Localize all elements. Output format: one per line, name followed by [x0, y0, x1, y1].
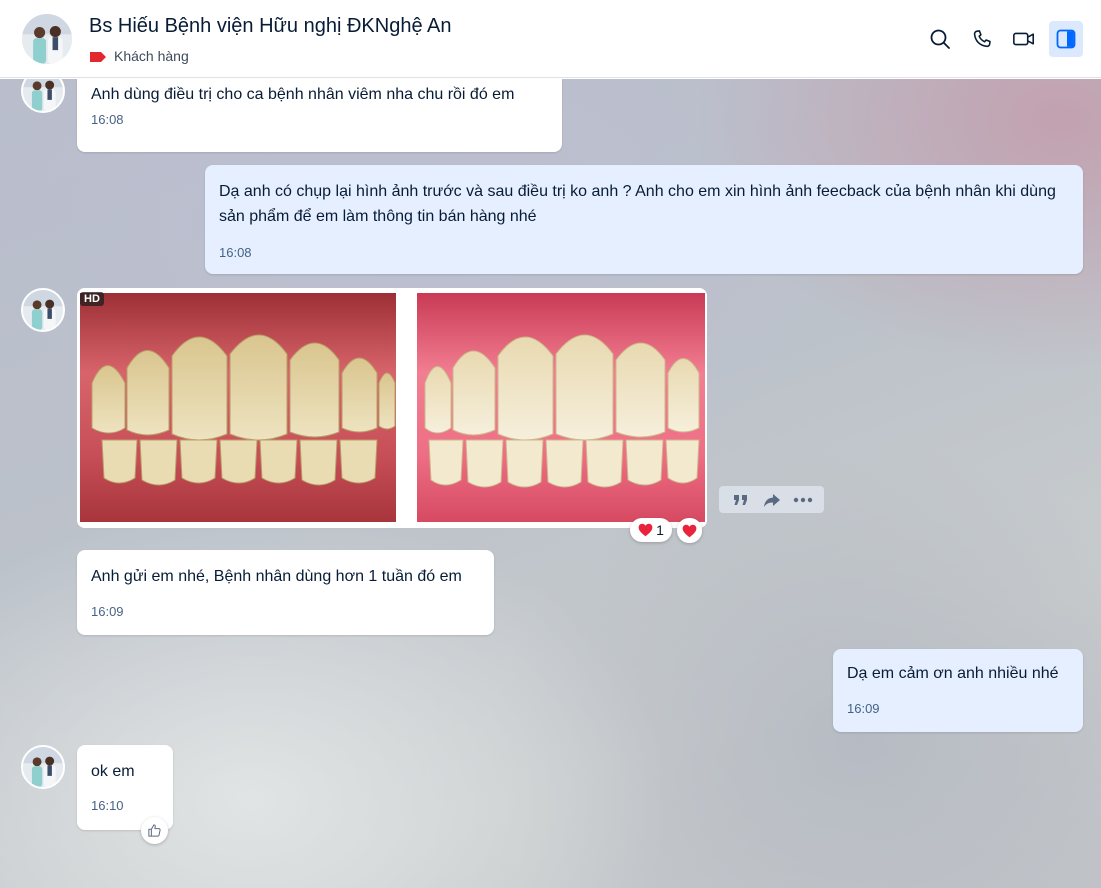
sender-avatar[interactable]: [21, 745, 65, 789]
message-bubble-incoming[interactable]: Anh dùng điều trị cho ca bệnh nhân viêm …: [77, 79, 562, 152]
message-text: Dạ em cảm ơn anh nhiều nhé: [847, 665, 1059, 682]
contact-name[interactable]: Bs Hiếu Bệnh viện Hữu nghị ĐKNghệ An: [89, 15, 452, 38]
message-time: 16:08: [91, 112, 124, 127]
conversation-header: Bs Hiếu Bệnh viện Hữu nghị ĐKNghệ An Khá…: [0, 0, 1101, 78]
message-actions-toolbar: [719, 486, 824, 513]
search-icon: [930, 29, 950, 49]
message-time: 16:09: [91, 604, 124, 619]
phone-icon: [973, 30, 991, 48]
voice-call-button[interactable]: [965, 21, 999, 57]
sender-photo: [23, 79, 63, 111]
reaction-summary[interactable]: 1: [630, 518, 672, 542]
forward-button[interactable]: [760, 489, 784, 511]
more-dots-icon: [793, 497, 812, 502]
message-time: 16:08: [219, 245, 252, 260]
message-text: ok em: [91, 763, 135, 780]
react-heart-button[interactable]: [677, 518, 702, 543]
message-bubble-outgoing[interactable]: Dạ em cảm ơn anh nhiều nhé 16:09: [833, 649, 1083, 732]
heart-icon: [638, 523, 653, 537]
video-call-button[interactable]: [1007, 21, 1041, 57]
message-bubble-outgoing[interactable]: Dạ anh có chụp lại hình ảnh trước và sau…: [205, 165, 1083, 274]
contact-tag[interactable]: Khách hàng: [89, 46, 189, 66]
sender-photo: [23, 747, 63, 787]
toggle-info-panel-button[interactable]: [1049, 21, 1083, 57]
contact-photo: [22, 14, 72, 64]
heart-icon: [682, 524, 697, 537]
chat-window: Bs Hiếu Bệnh viện Hữu nghị ĐKNghệ An Khá…: [0, 0, 1101, 888]
video-icon: [1013, 32, 1035, 46]
before-after-teeth-photo: [77, 288, 707, 528]
message-bubble-incoming[interactable]: Anh gửi em nhé, Bệnh nhân dùng hơn 1 tuầ…: [77, 550, 494, 635]
more-options-button[interactable]: [791, 489, 815, 511]
sender-avatar[interactable]: [21, 79, 65, 113]
reaction-count: 1: [656, 522, 664, 538]
quote-button[interactable]: [729, 489, 753, 511]
message-text: Anh dùng điều trị cho ca bệnh nhân viêm …: [91, 86, 515, 103]
message-list[interactable]: Anh dùng điều trị cho ca bệnh nhân viêm …: [0, 79, 1101, 888]
hd-badge: HD: [80, 292, 104, 306]
like-reaction-button[interactable]: [141, 817, 168, 844]
search-button[interactable]: [923, 21, 957, 57]
message-text: Anh gửi em nhé, Bệnh nhân dùng hơn 1 tuầ…: [91, 568, 462, 585]
contact-tag-label: Khách hàng: [114, 48, 189, 64]
message-time: 16:10: [91, 798, 124, 813]
forward-share-icon: [763, 493, 780, 507]
sidebar-toggle-icon: [1056, 29, 1076, 49]
image-message[interactable]: [77, 288, 707, 528]
message-text: Dạ anh có chụp lại hình ảnh trước và sau…: [219, 183, 1056, 225]
label-tag-icon: [89, 50, 107, 62]
thumbs-up-icon: [148, 824, 161, 837]
message-time: 16:09: [847, 701, 880, 716]
sender-avatar[interactable]: [21, 288, 65, 332]
sender-photo: [23, 290, 63, 330]
quote-icon: [733, 494, 747, 505]
header-actions: [923, 21, 1083, 57]
contact-avatar[interactable]: [20, 12, 74, 66]
